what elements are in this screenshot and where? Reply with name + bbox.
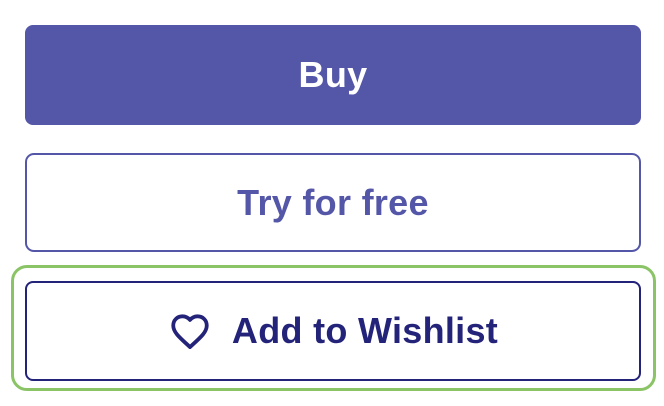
try-for-free-label: Try for free xyxy=(237,181,429,223)
purchase-actions: Buy Try for free Add to Wishlist xyxy=(0,0,664,406)
buy-button[interactable]: Buy xyxy=(25,25,641,125)
try-for-free-button[interactable]: Try for free xyxy=(25,153,641,252)
add-to-wishlist-button[interactable]: Add to Wishlist xyxy=(25,281,641,381)
heart-outline-icon xyxy=(168,309,212,353)
add-to-wishlist-label: Add to Wishlist xyxy=(231,310,499,351)
buy-button-label: Buy xyxy=(298,54,368,95)
